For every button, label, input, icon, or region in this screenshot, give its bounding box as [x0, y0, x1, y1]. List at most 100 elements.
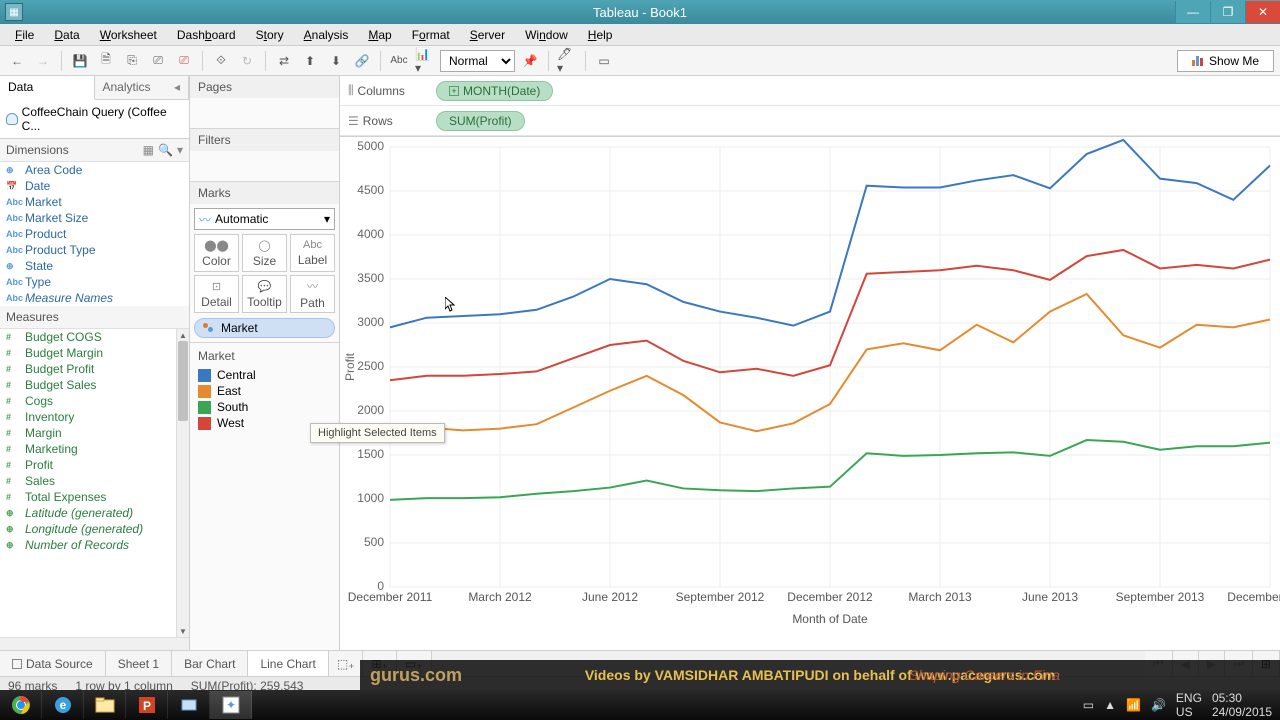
- snipping-icon[interactable]: [168, 691, 210, 719]
- group-button[interactable]: 🔗: [351, 50, 373, 72]
- measure-field[interactable]: #Margin: [0, 425, 176, 441]
- pages-shelf[interactable]: [190, 98, 339, 128]
- svg-text:December 2013: December 2013: [1227, 590, 1280, 604]
- dimension-field[interactable]: AbcProduct Type: [0, 242, 189, 258]
- swap-button[interactable]: ⇄: [273, 50, 295, 72]
- back-button[interactable]: ←: [6, 50, 28, 72]
- mark-card-path[interactable]: 〰Path: [290, 275, 335, 313]
- mark-card-label[interactable]: AbcLabel: [290, 234, 335, 272]
- label-button[interactable]: Abc: [388, 50, 410, 72]
- legend-item[interactable]: Central: [198, 367, 331, 383]
- columns-pill[interactable]: +MONTH(Date): [436, 81, 553, 101]
- viewtype-button[interactable]: 📊▾: [414, 50, 436, 72]
- menu-window[interactable]: Window: [518, 26, 575, 44]
- tab-sheet1[interactable]: Sheet 1: [106, 651, 172, 676]
- menu-icon[interactable]: ▾: [177, 143, 183, 157]
- filters-shelf[interactable]: [190, 151, 339, 181]
- menu-dashboard[interactable]: Dashboard: [170, 26, 243, 44]
- marks-field-market[interactable]: Market: [194, 318, 335, 338]
- data-pane-hscroll[interactable]: [0, 637, 189, 650]
- menu-worksheet[interactable]: Worksheet: [93, 26, 164, 44]
- highlight-button[interactable]: 🖊▾: [556, 50, 578, 72]
- forward-button[interactable]: →: [32, 50, 54, 72]
- dimension-field[interactable]: 📅Date: [0, 178, 189, 194]
- measure-field[interactable]: ⊕Longitude (generated): [0, 521, 176, 537]
- minimize-button[interactable]: —: [1175, 1, 1210, 23]
- view-icon[interactable]: ▦: [143, 143, 154, 157]
- legend-item[interactable]: East: [198, 383, 331, 399]
- tab-data[interactable]: Data: [0, 76, 95, 100]
- taskbar[interactable]: e P ✦ ▭ ▲ 📶 🔊 ENGUS 05:3024/09/2015: [0, 690, 1280, 720]
- new-worksheet-button[interactable]: ⎘: [121, 50, 143, 72]
- measure-field[interactable]: #Total Expenses: [0, 489, 176, 505]
- tray-volume-icon[interactable]: 🔊: [1151, 698, 1166, 712]
- menu-data[interactable]: Data: [47, 26, 86, 44]
- system-tray[interactable]: ▭ ▲ 📶 🔊 ENGUS 05:3024/09/2015: [1075, 691, 1280, 719]
- mark-card-size[interactable]: ◯Size: [242, 234, 287, 272]
- menu-story[interactable]: Story: [249, 26, 291, 44]
- run-button[interactable]: ↻: [236, 50, 258, 72]
- search-icon[interactable]: 🔍: [158, 143, 173, 157]
- measure-field[interactable]: #Budget COGS: [0, 329, 176, 345]
- video-banner: gurus.com Videos by VAMSIDHAR AMBATIPUDI…: [360, 660, 1280, 690]
- measure-field[interactable]: #Inventory: [0, 409, 176, 425]
- ie-icon[interactable]: e: [42, 691, 84, 719]
- powerpoint-icon[interactable]: P: [126, 691, 168, 719]
- rows-pill[interactable]: SUM(Profit): [436, 111, 525, 131]
- measure-field[interactable]: #Budget Profit: [0, 361, 176, 377]
- tab-data-source[interactable]: Data Source: [0, 651, 106, 676]
- presentation-button[interactable]: ▭: [593, 50, 615, 72]
- expand-icon[interactable]: +: [449, 86, 459, 96]
- tab-bar-chart[interactable]: Bar Chart: [172, 651, 248, 676]
- dimension-field[interactable]: ⊕Area Code: [0, 162, 189, 178]
- menu-map[interactable]: Map: [361, 26, 398, 44]
- mark-type-select[interactable]: 〰Automatic▾: [194, 208, 335, 230]
- autoupdate-button[interactable]: ⟐: [210, 50, 232, 72]
- menu-file[interactable]: File: [8, 26, 41, 44]
- new-datasource-button[interactable]: 🗎: [95, 50, 117, 72]
- datasource-name[interactable]: CoffeeChain Query (Coffee C...: [0, 100, 189, 139]
- menu-server[interactable]: Server: [463, 26, 512, 44]
- menu-help[interactable]: Help: [581, 26, 620, 44]
- duplicate-button[interactable]: ⎚: [147, 50, 169, 72]
- dimension-field[interactable]: AbcMeasure Names: [0, 290, 189, 306]
- save-button[interactable]: 💾: [69, 50, 91, 72]
- dimension-field[interactable]: AbcMarket Size: [0, 210, 189, 226]
- tray-action-icon[interactable]: ▲: [1104, 698, 1116, 712]
- mark-card-tooltip[interactable]: 💬Tooltip: [242, 275, 287, 313]
- menu-format[interactable]: Format: [405, 26, 457, 44]
- measure-field[interactable]: #Sales: [0, 473, 176, 489]
- line-chart[interactable]: 0500100015002000250030003500400045005000…: [340, 137, 1280, 627]
- tab-analytics[interactable]: Analytics ◂: [95, 76, 190, 99]
- dimension-field[interactable]: AbcType: [0, 274, 189, 290]
- measure-field[interactable]: #Budget Margin: [0, 345, 176, 361]
- close-button[interactable]: ✕: [1245, 1, 1280, 23]
- chrome-icon[interactable]: [0, 691, 42, 719]
- clear-sheet-button[interactable]: ⎚: [173, 50, 195, 72]
- legend-item[interactable]: South: [198, 399, 331, 415]
- svg-text:June 2013: June 2013: [1022, 590, 1078, 604]
- dimension-field[interactable]: AbcMarket: [0, 194, 189, 210]
- dimension-field[interactable]: ⊕State: [0, 258, 189, 274]
- sort-asc-button[interactable]: ⬆: [299, 50, 321, 72]
- explorer-icon[interactable]: [84, 691, 126, 719]
- menu-analysis[interactable]: Analysis: [297, 26, 356, 44]
- measure-field[interactable]: #Budget Sales: [0, 377, 176, 393]
- mark-card-color[interactable]: ⬤⬤Color: [194, 234, 239, 272]
- tableau-taskbar-icon[interactable]: ✦: [210, 691, 252, 719]
- show-me-button[interactable]: Show Me: [1177, 50, 1274, 72]
- pin-button[interactable]: 📌: [519, 50, 541, 72]
- measure-field[interactable]: #Marketing: [0, 441, 176, 457]
- tab-line-chart[interactable]: Line Chart: [248, 650, 328, 676]
- mark-card-detail[interactable]: ⊡Detail: [194, 275, 239, 313]
- measures-scrollbar[interactable]: ▲ ▼: [176, 329, 189, 637]
- new-worksheet-tab[interactable]: ⬚₊: [329, 651, 364, 676]
- measure-field[interactable]: ⊕Number of Records: [0, 537, 176, 553]
- dimension-field[interactable]: AbcProduct: [0, 226, 189, 242]
- measure-field[interactable]: #Profit: [0, 457, 176, 473]
- measure-field[interactable]: ⊕Latitude (generated): [0, 505, 176, 521]
- measure-field[interactable]: #Cogs: [0, 393, 176, 409]
- fit-select[interactable]: Normal: [440, 50, 515, 72]
- maximize-button[interactable]: ❐: [1210, 1, 1245, 23]
- sort-desc-button[interactable]: ⬇: [325, 50, 347, 72]
